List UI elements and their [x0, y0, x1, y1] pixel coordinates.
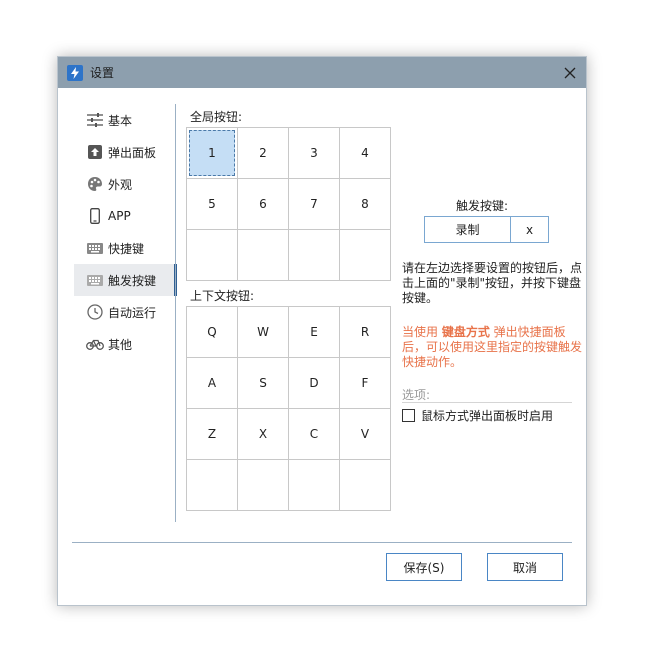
context-button-cell[interactable]: S — [238, 358, 289, 409]
context-button-cell[interactable]: E — [289, 307, 340, 358]
record-button[interactable]: 录制 — [424, 216, 511, 243]
global-button-cell[interactable]: 1 — [187, 128, 238, 179]
context-button-cell[interactable]: V — [340, 409, 391, 460]
sidebar-item-autorun[interactable]: 自动运行 — [74, 296, 176, 328]
global-buttons-label: 全局按钮: — [190, 110, 243, 124]
sidebar-item-label: 触发按键 — [108, 273, 157, 288]
cancel-button[interactable]: 取消 — [487, 553, 563, 581]
selected-cell-label: 1 — [189, 130, 235, 176]
save-button[interactable]: 保存(S) — [386, 553, 462, 581]
context-buttons-label: 上下文按钮: — [190, 289, 255, 303]
global-button-cell[interactable] — [340, 230, 391, 281]
sidebar-item-basic[interactable]: 基本 — [74, 104, 176, 136]
global-button-cell[interactable] — [289, 230, 340, 281]
global-button-cell[interactable]: 5 — [187, 179, 238, 230]
context-button-cell[interactable]: Q — [187, 307, 238, 358]
settings-sidebar: 基本 弹出面板 外观 APP 快捷键 触发按键 自动运行 其他 — [74, 104, 177, 360]
close-icon — [564, 67, 576, 78]
context-button-cell[interactable]: D — [289, 358, 340, 409]
lightning-icon — [67, 64, 83, 81]
global-button-cell[interactable]: 2 — [238, 128, 289, 179]
context-button-cell[interactable]: W — [238, 307, 289, 358]
keyboard-icon — [86, 239, 104, 257]
sidebar-item-other[interactable]: 其他 — [74, 328, 176, 360]
keyboard-icon — [86, 271, 104, 289]
sidebar-item-popup-panel[interactable]: 弹出面板 — [74, 136, 176, 168]
global-button-cell[interactable]: 4 — [340, 128, 391, 179]
sidebar-item-appearance[interactable]: 外观 — [74, 168, 176, 200]
sidebar-item-label: 快捷键 — [108, 241, 145, 256]
global-button-cell[interactable] — [187, 230, 238, 281]
context-button-cell[interactable]: C — [289, 409, 340, 460]
footer-divider — [72, 542, 572, 543]
upload-icon — [86, 143, 104, 161]
global-button-cell[interactable] — [238, 230, 289, 281]
clock-icon — [86, 303, 104, 321]
trigger-key-field[interactable]: x — [510, 216, 549, 243]
context-button-cell[interactable]: F — [340, 358, 391, 409]
sidebar-item-label: 其他 — [108, 337, 133, 352]
trigger-key-label: 触发按键: — [456, 199, 509, 213]
notice-emphasis: 键盘方式 — [441, 325, 490, 339]
phone-icon — [86, 207, 104, 225]
sidebar-item-label: 外观 — [108, 177, 133, 192]
title-bar: 设置 — [58, 57, 586, 88]
context-button-cell[interactable] — [340, 460, 391, 511]
sidebar-item-shortcuts[interactable]: 快捷键 — [74, 232, 176, 264]
palette-icon — [86, 175, 104, 193]
options-divider — [402, 402, 572, 403]
context-button-cell[interactable] — [187, 460, 238, 511]
context-button-cell[interactable]: A — [187, 358, 238, 409]
mouse-popup-option[interactable]: 鼠标方式弹出面板时启用 — [402, 407, 553, 424]
global-button-cell[interactable]: 7 — [289, 179, 340, 230]
context-button-cell[interactable]: R — [340, 307, 391, 358]
window-title: 设置 — [90, 66, 115, 80]
global-button-cell[interactable]: 8 — [340, 179, 391, 230]
context-button-cell[interactable] — [238, 460, 289, 511]
global-button-cell[interactable]: 3 — [289, 128, 340, 179]
global-buttons-grid: 1 2 3 4 5 6 7 8 — [186, 127, 391, 281]
keyboard-mode-notice: 当使用 键盘方式 弹出快捷面板后，可以使用这里指定的按键触发快捷动作。 — [402, 325, 582, 370]
global-button-cell[interactable]: 6 — [238, 179, 289, 230]
save-button-label: 保存(S) — [403, 560, 445, 575]
sidebar-divider — [175, 104, 176, 522]
context-button-cell[interactable]: X — [238, 409, 289, 460]
options-label: 选项: — [402, 388, 431, 402]
context-button-cell[interactable] — [289, 460, 340, 511]
context-buttons-grid: Q W E R A S D F Z X C V — [186, 306, 391, 511]
sidebar-item-label: 自动运行 — [108, 305, 157, 320]
bicycle-icon — [86, 335, 104, 353]
sliders-icon — [86, 111, 104, 129]
enable-on-mouse-popup-checkbox[interactable] — [402, 409, 415, 422]
sidebar-item-trigger-keys[interactable]: 触发按键 — [74, 264, 177, 296]
notice-prefix: 当使用 — [402, 325, 442, 339]
context-button-cell[interactable]: Z — [187, 409, 238, 460]
sidebar-item-label: APP — [108, 209, 131, 223]
settings-dialog: 设置 基本 弹出面板 外观 APP 快捷键 触发按键 自动运行 其他 全局按钮:… — [57, 56, 587, 606]
close-button[interactable] — [554, 57, 586, 88]
instruction-text: 请在左边选择要设置的按钮后，点击上面的"录制"按钮，并按下键盘按键。 — [402, 261, 583, 305]
sidebar-item-app[interactable]: APP — [74, 200, 176, 232]
sidebar-item-label: 弹出面板 — [108, 145, 157, 160]
checkbox-label: 鼠标方式弹出面板时启用 — [421, 409, 554, 423]
sidebar-item-label: 基本 — [108, 113, 133, 128]
